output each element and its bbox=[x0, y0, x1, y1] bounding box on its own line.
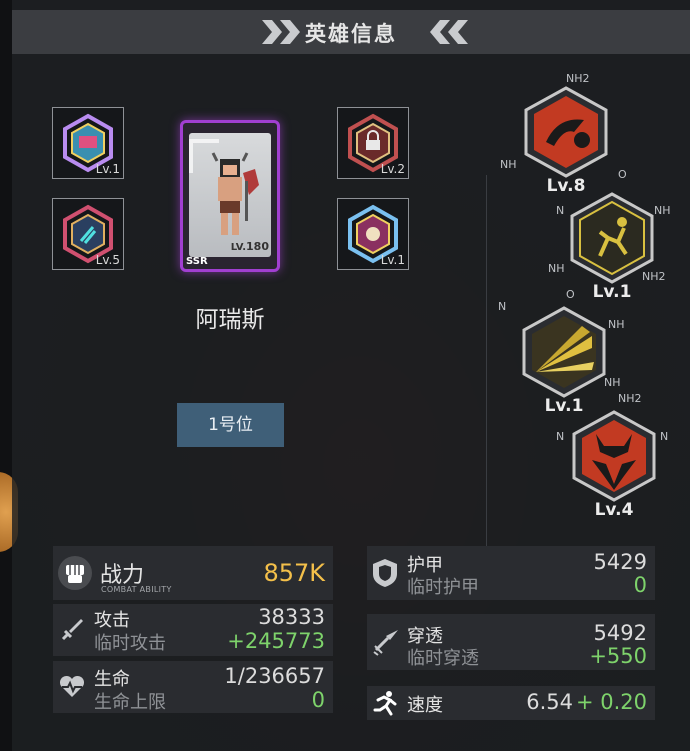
equipment-slot-bottom-right[interactable]: Lv.1 bbox=[337, 198, 409, 270]
hero-level: LV.180 bbox=[230, 240, 269, 253]
header-bar: 英雄信息 bbox=[12, 10, 690, 54]
armor-sublabel: 临时护甲 bbox=[407, 577, 479, 598]
hero-name: 阿瑞斯 bbox=[195, 307, 265, 333]
armor-value: 5429 bbox=[593, 550, 647, 574]
armor-box: 护甲 临时护甲 5429 0 bbox=[367, 546, 655, 600]
rarity-badge: SSR bbox=[186, 256, 208, 267]
chem-label: NH bbox=[548, 262, 565, 275]
skill-node-level: Lv.1 bbox=[592, 282, 632, 302]
speed-value: 6.54 bbox=[526, 690, 573, 714]
armor-bonus: 0 bbox=[633, 573, 647, 597]
life-sublabel: 生命上限 bbox=[94, 692, 166, 713]
skill-node-1[interactable]: Lv.8 bbox=[524, 86, 608, 196]
penetration-box: 穿透 临时穿透 5492 +550 bbox=[367, 614, 655, 670]
chem-label: NH bbox=[608, 318, 625, 331]
chem-label: NH2 bbox=[618, 392, 642, 405]
power-sublabel: COMBAT ABILITY bbox=[101, 585, 172, 594]
shield-icon bbox=[373, 559, 397, 587]
life-bonus: 0 bbox=[311, 688, 325, 712]
attack-value: 38333 bbox=[258, 605, 325, 629]
chem-label: N bbox=[498, 300, 507, 313]
flame-hand-icon bbox=[524, 86, 608, 178]
speed-bonus: + 0.20 bbox=[575, 690, 647, 714]
equipment-slot-top-left[interactable]: Lv.1 bbox=[52, 107, 124, 179]
left-edge bbox=[0, 0, 12, 751]
speed-label: 速度 bbox=[407, 695, 443, 716]
attack-sublabel: 临时攻击 bbox=[94, 633, 166, 654]
equipment-slot-bottom-left[interactable]: Lv.5 bbox=[52, 198, 124, 270]
attack-bonus: +245773 bbox=[227, 629, 325, 653]
fist-icon bbox=[58, 556, 92, 590]
spear-icon bbox=[373, 630, 398, 656]
position-button[interactable]: 1号位 bbox=[177, 403, 284, 447]
light-burst-icon bbox=[522, 306, 606, 398]
skill-node-3[interactable]: Lv.1 bbox=[522, 306, 606, 416]
horned-demon-icon bbox=[572, 410, 656, 502]
equipment-slot-top-right[interactable]: Lv.2 bbox=[337, 107, 409, 179]
hero-card[interactable]: LV.180 SSR bbox=[180, 120, 280, 272]
speed-box: 速度 6.54 + 0.20 bbox=[367, 686, 655, 720]
skill-node-level: Lv.4 bbox=[594, 500, 634, 520]
life-value: 1/236657 bbox=[224, 664, 325, 688]
running-icon bbox=[373, 691, 397, 716]
heart-pulse-icon bbox=[59, 675, 85, 697]
chem-label: N bbox=[556, 204, 565, 217]
chevron-left-icon bbox=[430, 20, 468, 44]
penetration-value: 5492 bbox=[593, 621, 647, 645]
chem-label: NH2 bbox=[566, 72, 590, 85]
combat-power-box: 战力 COMBAT ABILITY 857K bbox=[53, 546, 333, 600]
chem-label: N bbox=[660, 430, 669, 443]
page-title: 英雄信息 bbox=[305, 22, 397, 46]
chem-label: NH bbox=[604, 376, 621, 389]
chem-label: NH bbox=[654, 204, 671, 217]
slot-level: Lv.1 bbox=[95, 162, 120, 176]
chem-label: O bbox=[566, 288, 575, 301]
tree-divider bbox=[486, 175, 487, 585]
slot-level: Lv.2 bbox=[380, 162, 405, 176]
attack-box: 攻击 临时攻击 38333 +245773 bbox=[53, 604, 333, 656]
slot-level: Lv.1 bbox=[380, 253, 405, 267]
chem-label: NH2 bbox=[642, 270, 666, 283]
slot-level: Lv.5 bbox=[95, 253, 120, 267]
hero-portrait bbox=[189, 133, 271, 257]
hero-sprite-icon bbox=[189, 139, 259, 235]
power-value: 857K bbox=[263, 559, 325, 587]
sword-icon bbox=[61, 619, 83, 641]
chem-label: N bbox=[556, 430, 565, 443]
life-box: 生命 生命上限 1/236657 0 bbox=[53, 661, 333, 713]
skill-node-4[interactable]: Lv.4 bbox=[572, 410, 656, 520]
chem-label: NH bbox=[500, 158, 517, 171]
chem-label: O bbox=[618, 168, 627, 181]
penetration-sublabel: 临时穿透 bbox=[407, 648, 479, 669]
penetration-bonus: +550 bbox=[589, 644, 647, 668]
